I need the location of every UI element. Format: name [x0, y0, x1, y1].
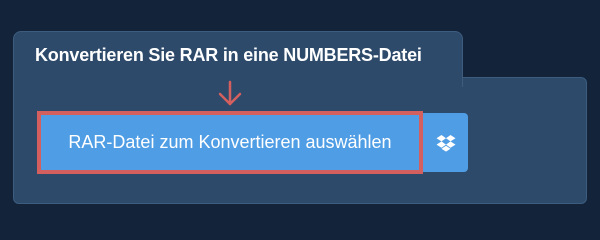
- select-rar-file-label: RAR-Datei zum Konvertieren auswählen: [68, 132, 392, 152]
- select-rar-file-button[interactable]: RAR-Datei zum Konvertieren auswählen: [37, 111, 423, 174]
- converter-title: Konvertieren Sie RAR in eine NUMBERS-Dat…: [35, 45, 422, 65]
- arrow-down-icon: [218, 80, 242, 106]
- dropbox-button[interactable]: [423, 113, 468, 172]
- dropbox-icon: [436, 134, 455, 152]
